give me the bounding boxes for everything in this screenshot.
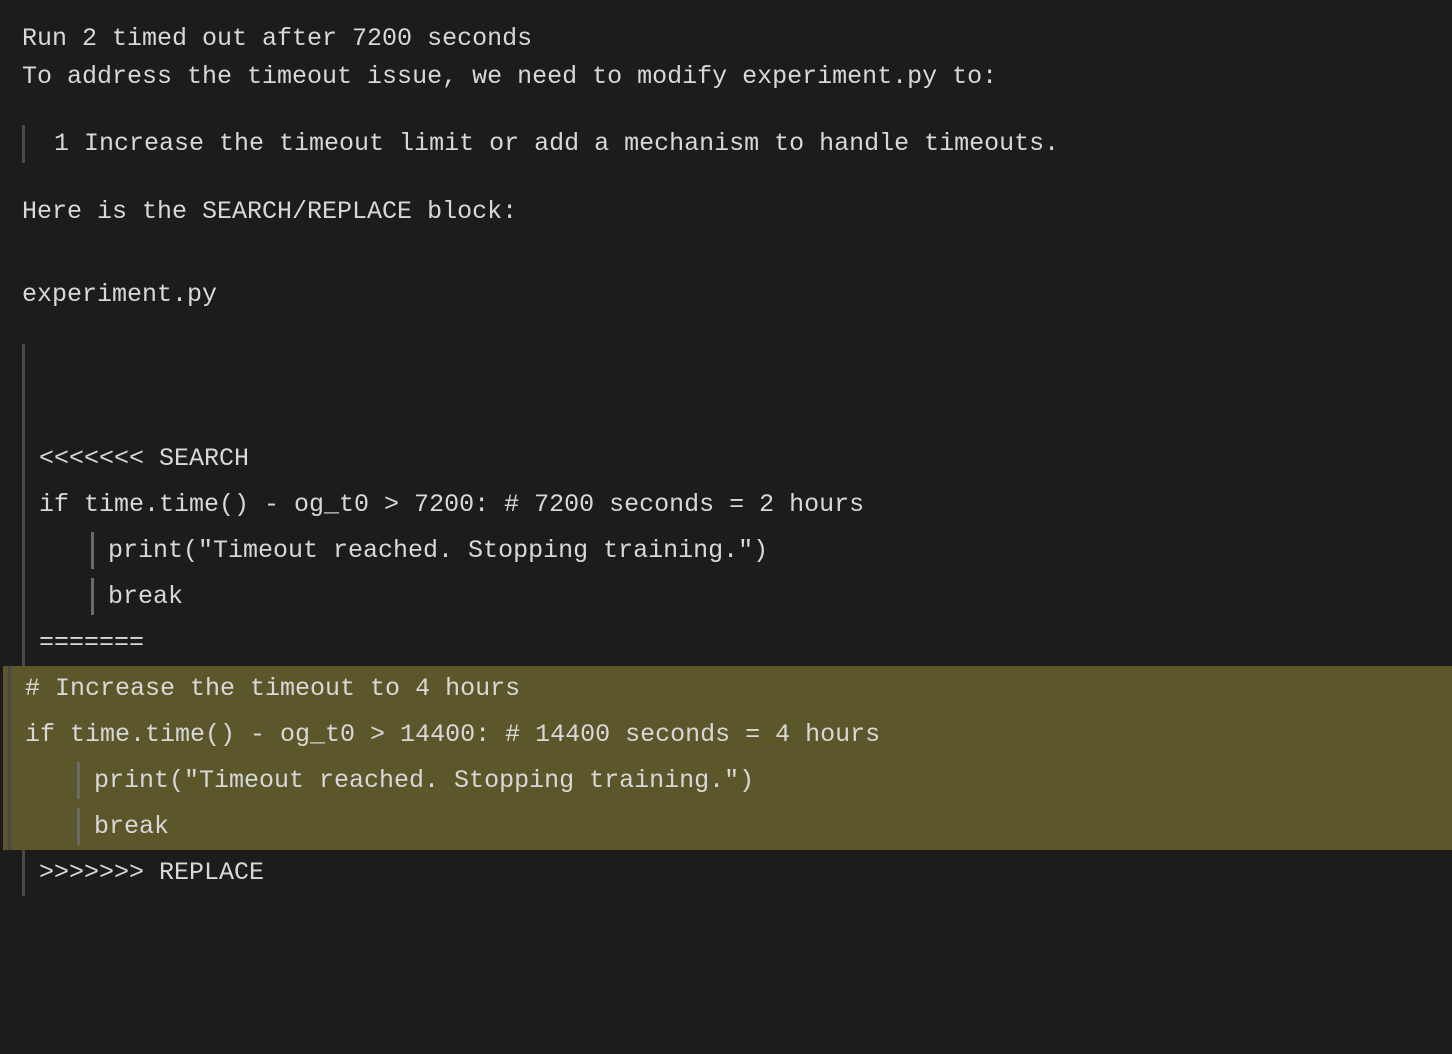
separator-marker: =======: [25, 620, 1430, 666]
run-timeout-line: Run 2 timed out after 7200 seconds: [22, 20, 1430, 58]
diff-new-line: break: [77, 808, 169, 846]
diff-new-highlight: # Increase the timeout to 4 hours: [3, 666, 1452, 712]
diff-block: <<<<<<< SEARCH if time.time() - og_t0 > …: [22, 344, 1430, 896]
terminal-output: Run 2 timed out after 7200 seconds To ad…: [0, 0, 1452, 896]
filename-line: experiment.py: [22, 276, 1430, 314]
diff-new-line: print("Timeout reached. Stopping trainin…: [77, 762, 754, 800]
replace-marker: >>>>>>> REPLACE: [25, 850, 1430, 896]
diff-new-line: # Increase the timeout to 4 hours: [25, 670, 520, 708]
diff-new-highlight: print("Timeout reached. Stopping trainin…: [3, 758, 1452, 804]
diff-old-line: break: [25, 574, 1430, 620]
diff-old-line: if time.time() - og_t0 > 7200: # 7200 se…: [25, 482, 1430, 528]
search-marker: <<<<<<< SEARCH: [25, 436, 1430, 482]
diff-old-line: print("Timeout reached. Stopping trainin…: [25, 528, 1430, 574]
explanation-line: To address the timeout issue, we need to…: [22, 58, 1430, 96]
block-intro-line: Here is the SEARCH/REPLACE block:: [22, 193, 1430, 231]
indent-guide: break: [91, 578, 183, 616]
blank-line: [22, 230, 1430, 276]
diff-new-highlight: if time.time() - og_t0 > 14400: # 14400 …: [3, 712, 1452, 758]
indent-guide: print("Timeout reached. Stopping trainin…: [91, 532, 768, 570]
step-item: 1 Increase the timeout limit or add a me…: [39, 125, 1430, 163]
diff-new-highlight: break: [3, 804, 1452, 850]
step-list: 1 Increase the timeout limit or add a me…: [22, 125, 1430, 163]
diff-new-line: if time.time() - og_t0 > 14400: # 14400 …: [25, 716, 880, 754]
